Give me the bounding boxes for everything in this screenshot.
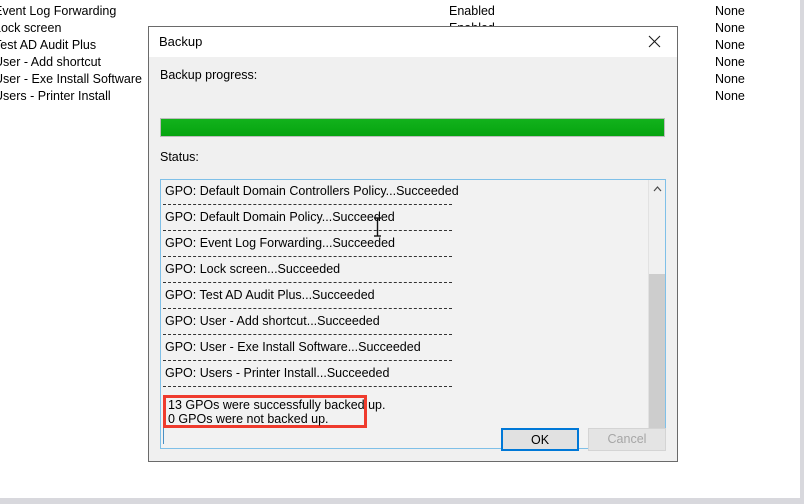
status-row: GPO: Test AD Audit Plus...Succeeded xyxy=(161,284,648,310)
cancel-button: Cancel xyxy=(588,428,666,451)
dialog-title: Backup xyxy=(159,34,203,49)
close-icon[interactable] xyxy=(632,27,677,56)
status-row-text: GPO: Event Log Forwarding...Succeeded xyxy=(165,236,395,250)
list-item[interactable]: None xyxy=(715,37,745,54)
backup-progress-label: Backup progress: xyxy=(160,68,258,82)
status-row: GPO: Default Domain Policy...Succeeded xyxy=(161,206,648,232)
list-item[interactable]: User - Exe Install Software xyxy=(0,71,142,88)
status-row-text: GPO: Lock screen...Succeeded xyxy=(165,262,341,276)
backup-dialog: Backup Backup progress: Status: GPO: Def… xyxy=(148,26,678,462)
status-row-separator xyxy=(163,360,452,361)
status-row: GPO: Default Domain Controllers Policy..… xyxy=(161,180,648,206)
status-row-text: GPO: Default Domain Policy...Succeeded xyxy=(165,210,395,224)
status-row-separator xyxy=(163,386,452,387)
background-none-column: None None None None None None xyxy=(715,3,745,105)
status-row-separator xyxy=(163,204,452,205)
list-item[interactable]: User - Add shortcut xyxy=(0,54,142,71)
list-item[interactable]: Lock screen xyxy=(0,20,142,37)
status-list-inner: GPO: Default Domain Controllers Policy..… xyxy=(161,180,648,448)
dialog-body: Backup progress: Status: GPO: Default Do… xyxy=(149,57,677,461)
backup-progress-bar xyxy=(160,118,665,137)
status-row: GPO: Event Log Forwarding...Succeeded xyxy=(161,232,648,258)
list-item[interactable]: Event Log Forwarding xyxy=(0,3,142,20)
status-row: GPO: Users - Printer Install...Succeeded xyxy=(161,362,648,388)
list-item[interactable]: None xyxy=(715,20,745,37)
status-row-text: GPO: User - Add shortcut...Succeeded xyxy=(165,314,380,328)
dialog-titlebar: Backup xyxy=(149,27,677,57)
list-item[interactable]: None xyxy=(715,71,745,88)
status-row-separator xyxy=(163,334,452,335)
ok-button[interactable]: OK xyxy=(501,428,579,451)
status-label: Status: xyxy=(160,150,199,164)
list-item[interactable]: None xyxy=(715,88,745,105)
chevron-up-icon[interactable] xyxy=(649,180,665,197)
backup-progress-bar-fill xyxy=(161,119,664,136)
status-row-separator xyxy=(163,282,452,283)
background-name-column: Event Log Forwarding Lock screen Test AD… xyxy=(0,3,142,105)
list-item[interactable]: None xyxy=(715,3,745,20)
status-list-scrollbar[interactable] xyxy=(648,180,665,448)
status-row: GPO: User - Add shortcut...Succeeded xyxy=(161,310,648,336)
status-row-text: GPO: Default Domain Controllers Policy..… xyxy=(165,184,459,198)
dialog-button-bar: OK Cancel xyxy=(149,423,677,461)
status-row-separator xyxy=(163,308,452,309)
list-item[interactable]: None xyxy=(715,54,745,71)
list-item[interactable]: Test AD Audit Plus xyxy=(0,37,142,54)
status-row-text: GPO: Test AD Audit Plus...Succeeded xyxy=(165,288,375,302)
page-frame: Event Log Forwarding Lock screen Test AD… xyxy=(0,0,804,504)
status-row: GPO: Lock screen...Succeeded xyxy=(161,258,648,284)
scrollbar-thumb[interactable] xyxy=(649,274,665,434)
status-row-separator xyxy=(163,230,452,231)
list-item[interactable]: Enabled xyxy=(449,3,495,20)
status-row-text: GPO: Users - Printer Install...Succeeded xyxy=(165,366,390,380)
status-row: GPO: User - Exe Install Software...Succe… xyxy=(161,336,648,362)
status-row-text: GPO: User - Exe Install Software...Succe… xyxy=(165,340,421,354)
summary-success-text: 13 GPOs were successfully backed up. xyxy=(168,398,386,412)
list-item[interactable]: Users - Printer Install xyxy=(0,88,142,105)
status-row-separator xyxy=(163,256,452,257)
status-listbox[interactable]: GPO: Default Domain Controllers Policy..… xyxy=(160,179,666,449)
